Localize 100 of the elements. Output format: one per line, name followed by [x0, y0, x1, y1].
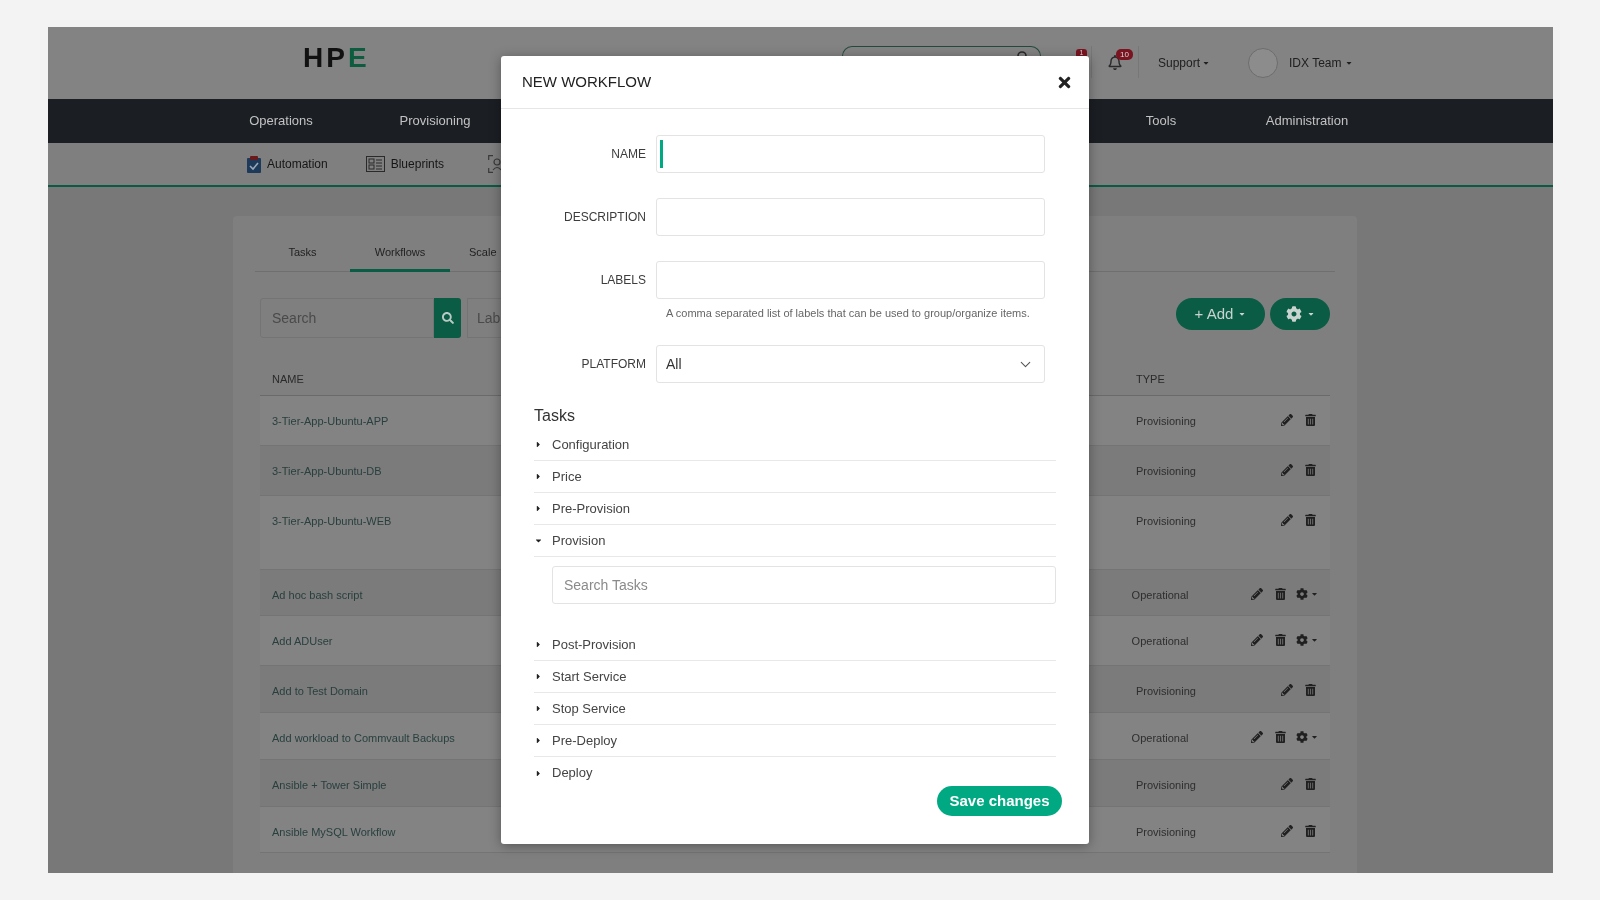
- logo[interactable]: HPE: [303, 42, 370, 73]
- nav-link[interactable]: Operations: [249, 111, 313, 131]
- caret-icon: [1306, 310, 1315, 318]
- delete-icon[interactable]: [1305, 464, 1316, 476]
- user-menu[interactable]: IDX Team: [1289, 54, 1353, 72]
- tab[interactable]: Workflows: [350, 216, 450, 272]
- text-input[interactable]: [656, 198, 1045, 236]
- task-section-toggle[interactable]: Pre-Deploy: [552, 730, 618, 751]
- search-button[interactable]: [434, 298, 461, 338]
- type-text: Operational: [1131, 732, 1189, 744]
- edit-icon[interactable]: [1281, 778, 1293, 790]
- edit-icon[interactable]: [1251, 588, 1263, 600]
- task-section-toggle[interactable]: Pre-Provision: [552, 498, 631, 519]
- subnav-link[interactable]: Automation: [267, 155, 328, 173]
- search-tasks-input[interactable]: Search Tasks: [552, 566, 1056, 604]
- settings-icon[interactable]: [1296, 588, 1308, 600]
- save-changes-button[interactable]: Save changes: [937, 786, 1062, 816]
- caret-right-icon[interactable]: [534, 440, 543, 449]
- search-icon: [1017, 50, 1027, 56]
- task-section-toggle[interactable]: Stop Service: [552, 698, 626, 719]
- caret-right-icon[interactable]: [534, 640, 543, 649]
- workflow-name-link[interactable]: Ansible MySQL Workflow: [272, 826, 396, 838]
- tab[interactable]: Scale: [450, 216, 497, 272]
- task-section-toggle[interactable]: Configuration: [552, 434, 630, 455]
- support-menu[interactable]: Support: [1158, 54, 1211, 72]
- caret-right-icon[interactable]: [534, 472, 543, 481]
- workflow-name-link[interactable]: Ad hoc bash script: [272, 589, 363, 601]
- task-section-toggle[interactable]: Provision: [552, 530, 606, 551]
- nav-link[interactable]: Tools: [1145, 111, 1177, 131]
- task-section-toggle[interactable]: Deploy: [552, 763, 593, 783]
- nav-link[interactable]: Provisioning: [399, 111, 471, 131]
- frame-corners-icon: [488, 155, 502, 173]
- add-button[interactable]: + Add: [1176, 298, 1265, 330]
- column-header: NAME: [272, 372, 304, 385]
- delete-icon[interactable]: [1275, 634, 1286, 646]
- caret-icon: [1238, 310, 1247, 318]
- nav-link[interactable]: Administration: [1265, 111, 1349, 131]
- settings-icon[interactable]: [1296, 634, 1308, 646]
- delete-icon[interactable]: [1275, 588, 1286, 600]
- caret-icon: [1311, 733, 1318, 741]
- caret-down-icon[interactable]: [534, 536, 543, 545]
- task-section-toggle[interactable]: Start Service: [552, 666, 627, 687]
- type-text: Provisioning: [1136, 685, 1196, 697]
- workflow-name-link[interactable]: 3-Tier-App-Ubuntu-DB: [272, 465, 382, 477]
- delete-icon[interactable]: [1305, 778, 1316, 790]
- workflow-name-link[interactable]: Ansible + Tower Simple: [272, 779, 387, 791]
- caret-right-icon[interactable]: [534, 768, 543, 778]
- grid-panel-icon: [365, 156, 385, 172]
- caret-right-icon[interactable]: [534, 704, 543, 713]
- settings-menu-button[interactable]: [1270, 298, 1330, 330]
- text-input[interactable]: [656, 135, 1045, 173]
- field-label: NAME: [610, 146, 647, 163]
- text-input[interactable]: [656, 261, 1045, 299]
- task-section-toggle[interactable]: Price: [552, 466, 582, 487]
- edit-icon[interactable]: [1281, 414, 1293, 426]
- edit-icon[interactable]: [1281, 464, 1293, 476]
- tasks-heading: Tasks: [534, 407, 575, 424]
- delete-icon[interactable]: [1305, 414, 1316, 426]
- delete-icon[interactable]: [1305, 684, 1316, 696]
- task-section-toggle[interactable]: Post-Provision: [552, 634, 636, 655]
- edit-icon[interactable]: [1251, 731, 1263, 743]
- settings-icon[interactable]: [1296, 731, 1308, 743]
- caret-icon: [1311, 636, 1318, 644]
- caret-icon: [1311, 590, 1318, 598]
- notification-badge: 10: [1116, 49, 1133, 60]
- edit-icon[interactable]: [1281, 825, 1293, 837]
- workflow-name-link[interactable]: Add ADUser: [272, 635, 333, 647]
- field-label: DESCRIPTION: [563, 209, 647, 226]
- edit-icon[interactable]: [1251, 634, 1263, 646]
- caret-icon: [1344, 59, 1353, 67]
- type-text: Operational: [1131, 589, 1189, 601]
- workflow-name-link[interactable]: 3-Tier-App-Ubuntu-WEB: [272, 515, 392, 527]
- delete-icon[interactable]: [1305, 514, 1316, 526]
- edit-icon[interactable]: [1281, 684, 1293, 696]
- tab[interactable]: Tasks: [255, 216, 350, 272]
- edit-icon[interactable]: [1281, 514, 1293, 526]
- caret-right-icon[interactable]: [534, 672, 543, 681]
- type-text: Operational: [1131, 635, 1189, 647]
- type-text: Provisioning: [1136, 826, 1196, 838]
- caret-right-icon[interactable]: [534, 736, 543, 745]
- help-text: A comma separated list of labels that can be used to group/organize items.: [666, 307, 1030, 319]
- column-header: TYPE: [1136, 372, 1165, 385]
- caret-right-icon[interactable]: [534, 504, 543, 513]
- platform-select[interactable]: All: [656, 345, 1045, 383]
- workflow-name-link[interactable]: Add to Test Domain: [272, 685, 368, 697]
- subnav-link[interactable]: Blueprints: [390, 155, 445, 173]
- delete-icon[interactable]: [1305, 825, 1316, 837]
- field-label: PLATFORM: [580, 356, 647, 373]
- delete-icon[interactable]: [1275, 731, 1286, 743]
- settings-icon: [1285, 306, 1302, 322]
- type-text: Provisioning: [1136, 415, 1196, 427]
- type-text: Provisioning: [1136, 515, 1196, 527]
- field-label: LABELS: [599, 272, 647, 289]
- type-text: Provisioning: [1136, 465, 1196, 477]
- workflow-name-link[interactable]: 3-Tier-App-Ubuntu-APP: [272, 415, 389, 427]
- clipboard-icon: [247, 155, 261, 173]
- type-text: Provisioning: [1136, 779, 1196, 791]
- search-icon: [441, 312, 454, 324]
- caret-icon: [1202, 59, 1211, 67]
- workflow-name-link[interactable]: Add workload to Commvault Backups: [272, 732, 455, 744]
